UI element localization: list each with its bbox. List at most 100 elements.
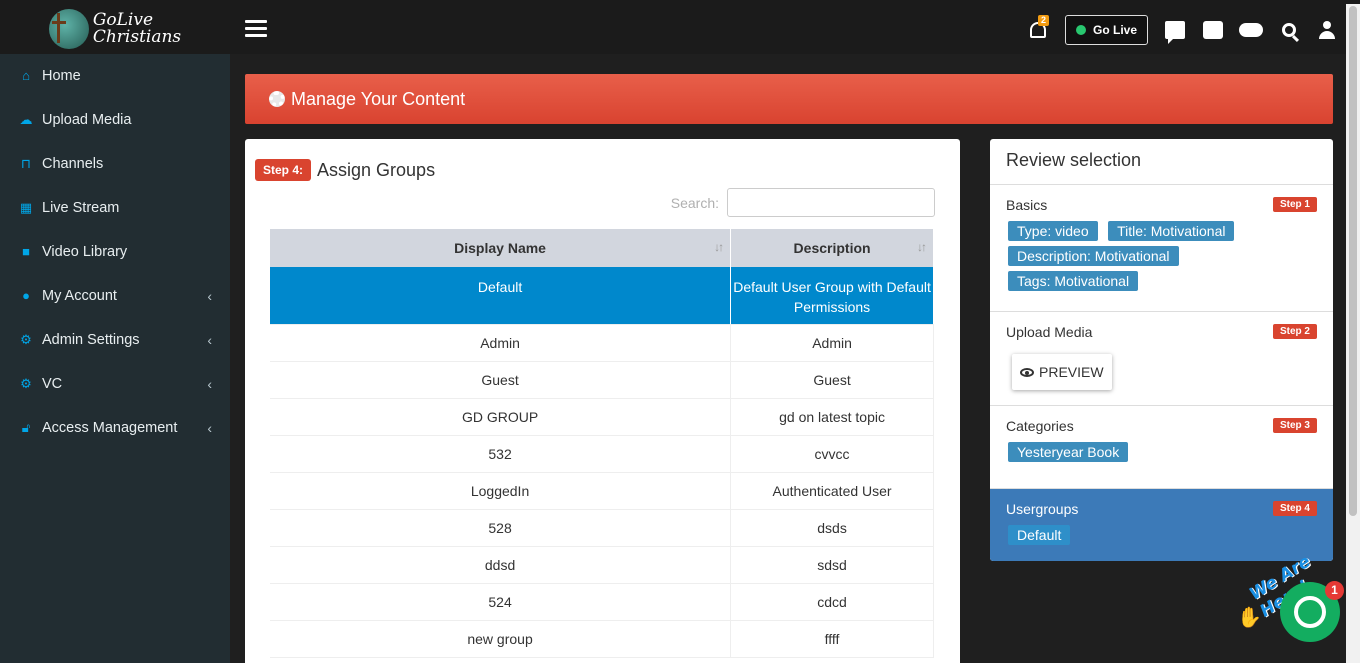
column-header-description[interactable]: Description ↓↑ — [730, 229, 934, 267]
column-label: Description — [793, 240, 871, 256]
cell-description: cdcd — [730, 583, 934, 621]
brand-logo-area[interactable]: GoLive Christians — [0, 0, 230, 54]
assign-groups-panel: Step 4: Assign Groups Search: Display Na… — [245, 139, 960, 663]
step-badge[interactable]: Step 3 — [1272, 418, 1317, 433]
user-icon — [1318, 21, 1336, 39]
section-title: Basics — [1006, 197, 1048, 213]
sidebar-item-label: Live Stream — [42, 200, 120, 216]
tag: Yesteryear Book — [1008, 442, 1129, 462]
sidebar: GoLive Christians ⌂ Home ☁ Upload Media … — [0, 0, 230, 663]
step-badge[interactable]: Step 4 — [1272, 501, 1317, 516]
search-label: Search: — [670, 194, 719, 211]
section-title: Categories — [1006, 418, 1074, 434]
chevron-left-icon: ‹ — [207, 376, 212, 392]
sidebar-item-label: Upload Media — [42, 112, 132, 128]
cell-display-name: 532 — [270, 435, 732, 473]
preview-button[interactable]: PREVIEW — [1012, 354, 1112, 390]
cogs-icon: ⚙ — [20, 332, 32, 347]
chevron-left-icon: ‹ — [207, 420, 212, 436]
step-badge: Step 4: — [255, 159, 312, 181]
tag: Default — [1008, 525, 1071, 545]
sidebar-item-label: Home — [42, 68, 81, 84]
cell-description: Default User Group with Default Permissi… — [730, 267, 934, 325]
cell-description: ffff — [730, 620, 934, 658]
sidebar-item-channels[interactable]: ⊓ Channels — [0, 142, 230, 186]
table-header-row: Display Name ↓↑ Description ↓↑ — [270, 229, 934, 267]
notifications-button[interactable]: 2 — [1019, 3, 1057, 57]
chat-unread-badge: 1 — [1325, 581, 1344, 600]
tag: Title: Motivational — [1108, 221, 1235, 241]
section-title: Upload Media — [1006, 324, 1093, 340]
upload-button[interactable] — [1232, 3, 1270, 57]
cell-display-name: new group — [270, 620, 732, 658]
column-header-display-name[interactable]: Display Name ↓↑ — [270, 229, 732, 267]
table-row[interactable]: 528 dsds — [270, 509, 934, 547]
step-heading: Step 4: Assign Groups — [255, 159, 435, 181]
search-input[interactable] — [727, 188, 935, 217]
calendar-icon: ▦ — [19, 200, 33, 215]
notification-count-badge: 2 — [1037, 15, 1049, 26]
sidebar-item-home[interactable]: ⌂ Home — [0, 54, 230, 98]
sidebar-item-live-stream[interactable]: ▦ Live Stream — [0, 186, 230, 230]
cell-display-name: 524 — [270, 583, 732, 621]
playlist-button[interactable] — [1194, 3, 1232, 57]
table-row[interactable]: 532 cvvcc — [270, 435, 934, 473]
cell-description: dsds — [730, 509, 934, 547]
table-search: Search: — [671, 188, 935, 217]
sort-icon: ↓↑ — [714, 240, 724, 254]
tag: Type: video — [1008, 221, 1098, 241]
go-live-label: Go Live — [1092, 23, 1137, 37]
table-row[interactable]: Guest Guest — [270, 361, 934, 399]
cell-display-name: LoggedIn — [270, 472, 732, 510]
sidebar-item-vc[interactable]: ⚙ VC ‹ — [0, 362, 230, 406]
sidebar-item-label: VC — [42, 376, 63, 392]
table-row[interactable]: GD GROUP gd on latest topic — [270, 398, 934, 436]
preview-label: PREVIEW — [1039, 364, 1104, 380]
live-status-dot-icon — [1075, 25, 1086, 35]
cell-description: cvvcc — [730, 435, 934, 473]
brand-line2: Christians — [92, 26, 182, 47]
sidebar-item-my-account[interactable]: ● My Account ‹ — [0, 274, 230, 318]
eye-icon — [1020, 367, 1034, 377]
bookmark-icon: ⊓ — [20, 156, 32, 171]
table-row[interactable]: ddsd sdsd — [270, 546, 934, 584]
cell-display-name: Default — [270, 267, 732, 325]
section-title: Usergroups — [1006, 501, 1079, 517]
sidebar-item-label: Video Library — [42, 244, 128, 260]
menu-toggle-icon[interactable] — [245, 20, 267, 38]
table-row[interactable]: Admin Admin — [270, 324, 934, 362]
brand-name: GoLive Christians — [92, 11, 182, 47]
messages-button[interactable] — [1156, 3, 1194, 57]
user-icon: ● — [22, 288, 30, 303]
review-usergroups-section: Usergroups Step 4 Default — [990, 489, 1333, 561]
page-header: Manage Your Content — [245, 74, 1333, 124]
table-row[interactable]: new group ffff — [270, 620, 934, 658]
table-row[interactable]: Default Default User Group with Default … — [270, 267, 934, 325]
chevron-left-icon: ‹ — [207, 288, 212, 304]
scrollbar-thumb[interactable] — [1349, 6, 1357, 516]
table-row[interactable]: 524 cdcd — [270, 583, 934, 621]
cell-display-name: 528 — [270, 509, 732, 547]
unlock-icon: 🔓︎ — [21, 420, 31, 435]
chevron-left-icon: ‹ — [207, 332, 212, 348]
sidebar-item-admin-settings[interactable]: ⚙ Admin Settings ‹ — [0, 318, 230, 362]
sidebar-item-upload-media[interactable]: ☁ Upload Media — [0, 98, 230, 142]
playlist-icon — [1203, 21, 1223, 39]
go-live-button[interactable]: Go Live — [1064, 15, 1148, 45]
sidebar-item-access-management[interactable]: 🔓︎ Access Management ‹ — [0, 406, 230, 450]
cloud-upload-icon: ☁ — [19, 112, 33, 127]
search-button[interactable] — [1270, 3, 1308, 57]
step-badge[interactable]: Step 1 — [1272, 197, 1317, 212]
home-icon: ⌂ — [22, 68, 30, 83]
chat-icon — [1165, 21, 1185, 44]
cloud-upload-icon — [1239, 23, 1263, 37]
user-menu-button[interactable] — [1308, 3, 1346, 57]
search-icon — [1282, 23, 1296, 37]
sidebar-item-label: Channels — [42, 156, 104, 172]
chat-bubble-icon — [1294, 596, 1326, 628]
cell-description: Guest — [730, 361, 934, 399]
tag: Tags: Motivational — [1008, 271, 1139, 291]
table-row[interactable]: LoggedIn Authenticated User — [270, 472, 934, 510]
step-badge[interactable]: Step 2 — [1272, 324, 1317, 339]
sidebar-item-video-library[interactable]: ■ Video Library — [0, 230, 230, 274]
